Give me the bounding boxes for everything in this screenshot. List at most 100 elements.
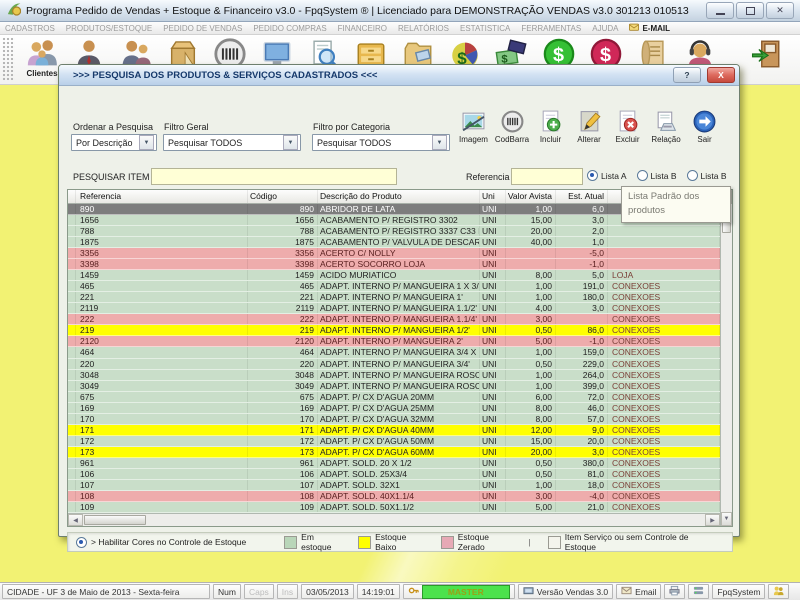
network-icon	[693, 585, 704, 598]
sort-filter-select[interactable]: Por Descrição ▼	[71, 134, 157, 151]
cell-categoria: CONEXOES	[608, 436, 720, 446]
column-header-5[interactable]: Valor Avista	[506, 190, 556, 203]
column-header-2[interactable]: Código	[248, 190, 318, 203]
menu-item-pedido-de-vendas[interactable]: PEDIDO DE VENDAS	[163, 24, 242, 33]
menu-item-email[interactable]: E-MAIL	[629, 22, 670, 34]
menu-item-estatistica[interactable]: ESTATISTICA	[460, 24, 510, 33]
horizontal-scroll-thumb[interactable]	[84, 515, 146, 525]
table-row[interactable]: 170170ADAPT. P/ CX D'AGUA 32MMUNI8,0057,…	[68, 414, 720, 425]
status-email-button[interactable]: Email	[616, 584, 661, 599]
scroll-right-icon[interactable]: ▶	[705, 514, 720, 526]
cell-uni: UNI	[480, 292, 506, 302]
table-row[interactable]: 219219ADAPT. INTERNO P/ MANGUEIRA 1/2'UN…	[68, 325, 720, 336]
imagem-button[interactable]: Imagem	[455, 109, 492, 144]
status-brand: FpqSystem	[712, 584, 765, 599]
table-row[interactable]: 106106ADAPT. SOLD. 25X3/4UNI0,5081,0CONE…	[68, 469, 720, 480]
table-row[interactable]: 221221ADAPT. INTERNO P/ MANGUEIRA 1'UNI1…	[68, 292, 720, 303]
table-row[interactable]: 14591459ACIDO MURIATICOUNI8,005,0LOJA	[68, 270, 720, 281]
alterar-button[interactable]: Alterar	[571, 109, 608, 144]
table-row[interactable]: 33983398ACERTO SOCORRO LOJAUNI-1,0	[68, 259, 720, 270]
cell-estoque: 264,0	[556, 370, 608, 380]
cell-codigo: 465	[248, 281, 318, 291]
status-time: 14:19:01	[357, 584, 400, 599]
table-row[interactable]: 30483048ADAPT. INTERNO P/ MANGUEIRA ROSC…	[68, 370, 720, 381]
status-users-button[interactable]	[768, 584, 789, 599]
excluir-button[interactable]: Excluir	[609, 109, 646, 144]
toolbar-sair[interactable]	[746, 37, 786, 71]
scroll-down-icon[interactable]: ▼	[721, 512, 732, 526]
status-print-button[interactable]	[664, 584, 685, 599]
search-item-label: PESQUISAR ITEM	[73, 172, 150, 182]
column-header-6[interactable]: Est. Atual	[556, 190, 608, 203]
menu-item-financeiro[interactable]: FINANCEIRO	[338, 24, 387, 33]
column-header-3[interactable]: Descrição do Produto	[318, 190, 480, 203]
menu-item-ajuda[interactable]: AJUDA	[592, 24, 618, 33]
cell-codigo: 221	[248, 292, 318, 302]
sair-button[interactable]: Sair	[686, 109, 723, 144]
table-row[interactable]: 33563356ACERTO C/ NOLLYUNI-5,0	[68, 248, 720, 259]
status-network-button[interactable]	[688, 584, 709, 599]
dialog-close-button[interactable]: X	[707, 67, 735, 83]
minimize-button[interactable]	[706, 2, 734, 19]
horizontal-scrollbar[interactable]: ◀ ▶	[68, 513, 720, 526]
cell-estoque: 86,0	[556, 325, 608, 335]
cell-selector	[68, 414, 76, 424]
codbarra-button[interactable]: CodBarra	[494, 109, 531, 144]
restore-button[interactable]	[736, 2, 764, 19]
list-radio-0[interactable]: Lista A	[587, 170, 627, 181]
table-row[interactable]: 173173ADAPT. P/ CX D'AGUA 60MMUNI20,003,…	[68, 447, 720, 458]
cell-selector	[68, 480, 76, 490]
search-item-input[interactable]	[151, 168, 397, 185]
enable-colors-toggle[interactable]: > Habilitar Cores no Controle de Estoque	[76, 537, 284, 548]
general-filter-select[interactable]: Pesquisar TODOS ▼	[163, 134, 301, 151]
menu-item-produtos-estoque[interactable]: PRODUTOS/ESTOQUE	[66, 24, 152, 33]
table-row[interactable]: 675675ADAPT. P/ CX D'AGUA 20MMUNI6,0072,…	[68, 392, 720, 403]
scroll-left-icon[interactable]: ◀	[68, 514, 83, 526]
table-row[interactable]: 18751875ACABAMENTO P/ VALVULA DE DESCARG…	[68, 237, 720, 248]
incluir-button[interactable]: Incluir	[532, 109, 569, 144]
column-header-4[interactable]: Uni	[480, 190, 506, 203]
table-row[interactable]: 21192119ADAPT. INTERNO P/ MANGUEIRA 1.1/…	[68, 303, 720, 314]
menu-item-pedido-compras[interactable]: PEDIDO COMPRAS	[253, 24, 326, 33]
cell-valor: 8,00	[506, 270, 556, 280]
table-row[interactable]: 464464ADAPT. INTERNO P/ MANGUEIRA 3/4 X …	[68, 347, 720, 358]
dialog-help-button[interactable]: ?	[673, 67, 701, 83]
menu-item-cadastros[interactable]: CADASTROS	[5, 24, 55, 33]
cell-categoria: CONEXOES	[608, 403, 720, 413]
vertical-scrollbar[interactable]: ▲ ▼	[720, 190, 732, 526]
table-row[interactable]: 220220ADAPT. INTERNO P/ MANGUEIRA 3/4'UN…	[68, 359, 720, 370]
list-radio-1[interactable]: Lista B	[637, 170, 677, 181]
table-row[interactable]: 108108ADAPT. SOLD. 40X1.1/4UNI3,00-4,0CO…	[68, 491, 720, 502]
table-row[interactable]: 961961ADAPT. SOLD. 20 X 1/2UNI0,50380,0C…	[68, 458, 720, 469]
category-filter-select[interactable]: Pesquisar TODOS ▼	[312, 134, 450, 151]
menu-item-ferramentas[interactable]: FERRAMENTAS	[521, 24, 581, 33]
legend-swatch-icon	[441, 536, 454, 549]
rela-o-button[interactable]: Relação	[648, 109, 685, 144]
image-icon	[461, 109, 486, 134]
cell-categoria: CONEXOES	[608, 502, 720, 512]
cell-estoque: 2,0	[556, 226, 608, 236]
table-row[interactable]: 465465ADAPT. INTERNO P/ MANGUEIRA 1 X 3/…	[68, 281, 720, 292]
toolbar-clientes[interactable]: Clientes	[22, 37, 62, 78]
table-row[interactable]: 21202120ADAPT. INTERNO P/ MANGUEIRA 2'UN…	[68, 336, 720, 347]
column-header-1[interactable]: Referencia	[76, 190, 248, 203]
table-row[interactable]: 107107ADAPT. SOLD. 32X1UNI1,0018,0CONEXO…	[68, 480, 720, 491]
list-radio-label: Lista B	[651, 171, 677, 181]
table-row[interactable]: 109109ADAPT. SOLD. 50X1.1/2UNI5,0021,0CO…	[68, 502, 720, 513]
column-header-0[interactable]	[68, 190, 76, 203]
cell-categoria: CONEXOES	[608, 325, 720, 335]
minimize-icon	[716, 13, 725, 15]
cell-valor: 15,00	[506, 215, 556, 225]
menu-item-relat-rios[interactable]: RELATÓRIOS	[398, 24, 449, 33]
table-row[interactable]: 172172ADAPT. P/ CX D'AGUA 50MMUNI15,0020…	[68, 436, 720, 447]
reference-input[interactable]	[511, 168, 583, 185]
dialog-titlebar[interactable]: >>> PESQUISA DOS PRODUTOS & SERVIÇOS CAD…	[59, 65, 739, 86]
table-row[interactable]: 30493049ADAPT. INTERNO P/ MANGUEIRA ROSC…	[68, 381, 720, 392]
table-row[interactable]: 788788ACABAMENTO P/ REGISTRO 3337 C33 IC…	[68, 226, 720, 237]
action-label: Alterar	[577, 135, 601, 144]
table-row[interactable]: 169169ADAPT. P/ CX D'AGUA 25MMUNI8,0046,…	[68, 403, 720, 414]
table-row[interactable]: 222222ADAPT. INTERNO P/ MANGUEIRA 1.1/4'…	[68, 314, 720, 325]
close-button[interactable]: ✕	[766, 2, 794, 19]
table-row[interactable]: 171171ADAPT. P/ CX D'AGUA 40MMUNI12,009,…	[68, 425, 720, 436]
list-radio-2[interactable]: Lista B	[687, 170, 727, 181]
